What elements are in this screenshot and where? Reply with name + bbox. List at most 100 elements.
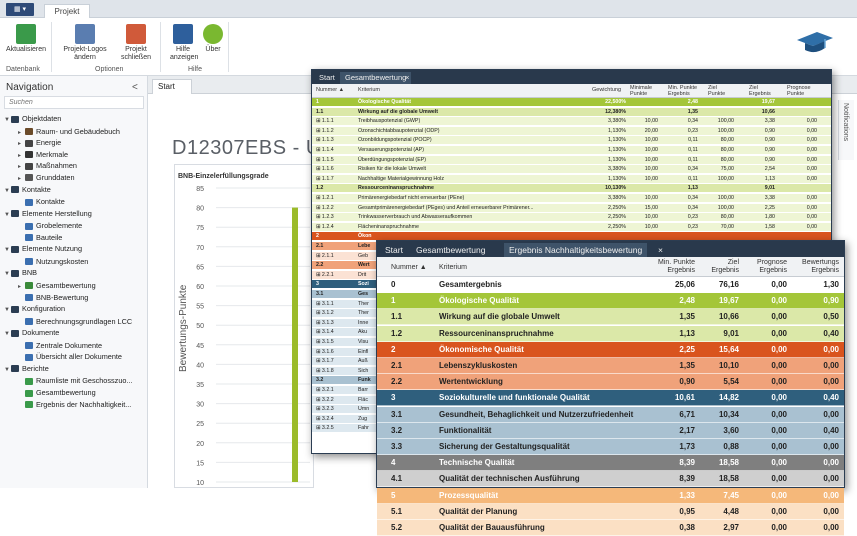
table-row[interactable]: 2 Ökonomische Qualität 2,25 15,64 0,00 0,00 bbox=[377, 341, 844, 358]
table-row[interactable]: ⊞ 1.2.4 Flächeninanspruchnahme 2,250% 10,00… bbox=[312, 222, 831, 232]
close-tab-icon[interactable]: × bbox=[400, 72, 414, 84]
table-row[interactable]: ⊞ 1.1.2 Ozonschichtabbaupotenzial (ODP) 1,… bbox=[312, 126, 831, 136]
nav-item[interactable]: Grobelemente bbox=[18, 220, 82, 231]
table-row[interactable]: 1 Ökologische Qualität 2,48 19,67 0,00 0,90 bbox=[377, 293, 844, 310]
table-row[interactable]: 1 Ökologische Qualität 22,500% 2,48 19,67 bbox=[312, 98, 831, 107]
column-header[interactable]: Nummer ▲ bbox=[391, 264, 427, 272]
table-row[interactable]: 3.2 Funktionalität 2,17 3,60 0,00 0,40 bbox=[377, 422, 844, 439]
nav-item[interactable]: Bauteile bbox=[18, 232, 62, 243]
column-header[interactable]: Nummer ▲ bbox=[316, 87, 344, 94]
nav-item[interactable]: Übersicht aller Dokumente bbox=[18, 351, 122, 362]
nav-item[interactable]: ▼ Elemente Nutzung bbox=[4, 243, 82, 254]
navigation-search-input[interactable] bbox=[4, 96, 144, 109]
column-header[interactable]: Bewertungs Ergebnis bbox=[791, 259, 839, 274]
nav-item[interactable]: ▸ Gesamtbewertung bbox=[18, 280, 96, 291]
expand-toggle-icon[interactable]: ▼ bbox=[4, 115, 11, 126]
tab-ergebnis-nachhaltigkeitsbewertung[interactable]: Ergebnis Nachhaltigkeitsbewertung bbox=[504, 243, 648, 257]
nav-item[interactable]: ▼ Berichte bbox=[4, 363, 49, 374]
tab-start[interactable]: Start bbox=[314, 72, 340, 84]
table-row[interactable]: 1.2 Ressourceninanspruchnahme 10,130% 1,13 9… bbox=[312, 184, 831, 194]
column-header[interactable]: Kriterium bbox=[358, 87, 380, 94]
table-row[interactable]: ⊞ 1.2.3 Trinkwasserverbrauch und Abwasser… bbox=[312, 213, 831, 223]
nav-item[interactable]: ▼ BNB bbox=[4, 267, 37, 278]
nav-item[interactable]: ▼ Objektdaten bbox=[4, 113, 61, 124]
table-row[interactable]: ⊞ 1.1.5 Überdüngungspotenzial (EP) 1,130% 1… bbox=[312, 155, 831, 165]
table-row[interactable]: 2.2 Wertentwicklung 0,90 5,54 0,00 0,00 bbox=[377, 374, 844, 391]
column-header[interactable]: Kriterium bbox=[439, 264, 467, 272]
table-row[interactable]: 5.2 Qualität der Bauausführung 0,38 2,97 0,0… bbox=[377, 520, 844, 536]
table-row[interactable]: 4.1 Qualität der technischen Ausführung 8,… bbox=[377, 471, 844, 488]
tab-start[interactable]: Start bbox=[380, 243, 408, 257]
close-project-button[interactable]: Projekt schließen bbox=[116, 24, 156, 62]
nav-item[interactable]: ▸ Merkmale bbox=[18, 149, 68, 160]
column-header[interactable]: Min. Punkte Ergebnis bbox=[668, 85, 698, 97]
expand-toggle-icon[interactable]: ▼ bbox=[4, 245, 11, 256]
nav-item[interactable]: Ergebnis der Nachhaltigkeit... bbox=[18, 399, 131, 410]
expand-toggle-icon[interactable]: ▼ bbox=[4, 365, 11, 376]
tab-projekt[interactable]: Projekt bbox=[44, 4, 90, 19]
column-header[interactable]: Prognose Punkte bbox=[787, 85, 817, 97]
expand-toggle-icon[interactable]: ▼ bbox=[4, 269, 11, 280]
table-row[interactable]: 1.1 Wirkung auf die globale Umwelt 1,35 10,… bbox=[377, 309, 844, 326]
column-header[interactable]: Ziel Ergebnis bbox=[749, 85, 775, 97]
table-row[interactable]: 2.1 Lebenszykluskosten 1,35 10,10 0,00 0,00 bbox=[377, 358, 844, 374]
table-row[interactable]: ⊞ 1.1.6 Risiken für die lokale Umwelt 3,38… bbox=[312, 165, 831, 175]
expand-toggle-icon[interactable]: ▼ bbox=[4, 210, 11, 221]
table-row[interactable]: 3.3 Sicherung der Gestaltungsqualität 1,73… bbox=[377, 439, 844, 455]
expand-toggle-icon[interactable]: ▼ bbox=[4, 329, 11, 340]
logos-button[interactable]: Projekt-Logos ändern bbox=[60, 24, 110, 62]
table-row[interactable]: 3.1 Gesundheit, Behaglichkeit und Nutzerz… bbox=[377, 406, 844, 423]
nav-item[interactable]: ▼ Konfiguration bbox=[4, 303, 65, 314]
close-tab-icon[interactable]: × bbox=[653, 243, 668, 257]
table-cell: 0,90 bbox=[823, 296, 839, 306]
nav-item[interactable]: Kontakte bbox=[18, 196, 65, 207]
nav-item-label: Energie bbox=[36, 138, 62, 148]
nav-item[interactable]: Nutzungskosten bbox=[18, 256, 88, 267]
table-row[interactable]: 1.2 Ressourceninanspruchnahme 1,13 9,01 0,00… bbox=[377, 325, 844, 342]
table-row[interactable]: 5.1 Qualität der Planung 0,95 4,48 0,00 0,00 bbox=[377, 503, 844, 520]
nav-item[interactable]: Raumliste mit Geschosszuo... bbox=[18, 375, 133, 386]
table-row[interactable]: 4 Technische Qualität 8,39 18,58 0,00 0,00 bbox=[377, 455, 844, 472]
ribbon-tab-bar bbox=[0, 0, 857, 18]
navigation-collapse-button[interactable]: < bbox=[132, 82, 138, 93]
table-row[interactable]: ⊞ 1.1.7 Nachhaltige Materialgewinnung Hol… bbox=[312, 174, 831, 184]
table-row[interactable]: 3 Soziokulturelle und funktionale Qualitä… bbox=[377, 390, 844, 407]
column-header[interactable]: Gewichtung bbox=[592, 87, 621, 94]
expand-toggle-icon[interactable]: ▼ bbox=[4, 186, 11, 197]
column-header[interactable]: Prognose Ergebnis bbox=[743, 259, 787, 274]
nav-item[interactable]: ▸ Energie bbox=[18, 137, 61, 148]
about-button[interactable]: Über bbox=[200, 24, 226, 54]
table-cell: 0,00 bbox=[771, 442, 787, 451]
table-cell: 0,40 bbox=[823, 425, 839, 435]
column-header[interactable]: Ziel Punkte bbox=[708, 85, 734, 97]
column-header[interactable]: Min. Punkte Ergebnis bbox=[645, 259, 695, 274]
table-row[interactable]: ⊞ 1.1.3 Ozonbildungspotenzial (POCP) 1,130… bbox=[312, 136, 831, 146]
nav-item[interactable]: BNB-Bewertung bbox=[18, 292, 88, 303]
file-menu-button[interactable]: ▦ ▾ bbox=[6, 3, 34, 16]
refresh-button[interactable]: Aktualisieren bbox=[4, 24, 48, 54]
table-row[interactable]: 0 Gesamtergebnis 25,06 76,16 0,00 1,30 bbox=[377, 277, 844, 293]
y-tick-label: 65 bbox=[196, 264, 204, 271]
tab-gesamtbewertung[interactable]: Gesamtbewertung bbox=[411, 243, 490, 257]
column-header[interactable]: Ziel Ergebnis bbox=[699, 259, 739, 274]
table-row[interactable]: ⊞ 1.1.1 Treibhauspotenzial (GWP) 3,380% 10,… bbox=[312, 117, 831, 127]
tab-start[interactable]: Start bbox=[152, 79, 192, 94]
nav-item[interactable]: ▼ Elemente Herstellung bbox=[4, 208, 92, 219]
table-row[interactable]: ⊞ 1.2.2 Gesamtprimärenergiebedarf (PEges)… bbox=[312, 203, 831, 213]
nav-item[interactable]: ▼ Dokumente bbox=[4, 327, 59, 338]
nav-item[interactable]: ▼ Kontakte bbox=[4, 184, 51, 195]
column-header[interactable]: Minimale Punkte bbox=[630, 85, 658, 97]
nav-item[interactable]: ▸ Grunddaten bbox=[18, 172, 75, 183]
table-row[interactable]: ⊞ 1.1.4 Versauerungspotenzial (AP) 1,130% 1… bbox=[312, 146, 831, 155]
expand-toggle-icon[interactable]: ▼ bbox=[4, 305, 11, 316]
nav-item[interactable]: ▸ Raum- und Gebäudebuch bbox=[18, 126, 120, 137]
nav-item[interactable]: Gesamtbewertung bbox=[18, 387, 96, 398]
table-row[interactable]: 1.1 Wirkung auf die globale Umwelt 12,380%… bbox=[312, 107, 831, 117]
nav-item[interactable]: Zentrale Dokumente bbox=[18, 340, 102, 351]
table-row[interactable]: ⊞ 1.2.1 Primärenergiebedarf nicht erneuer… bbox=[312, 194, 831, 203]
nav-item[interactable]: ▸ Maßnahmen bbox=[18, 160, 77, 171]
nav-item[interactable]: Berechnungsgrundlagen LCC bbox=[18, 316, 132, 327]
table-row[interactable]: 5 Prozessqualität 1,33 7,45 0,00 0,00 bbox=[377, 487, 844, 504]
help-book-button[interactable]: Hilfe anzeigen bbox=[170, 24, 198, 62]
table-cell: 75,00 bbox=[720, 166, 734, 173]
